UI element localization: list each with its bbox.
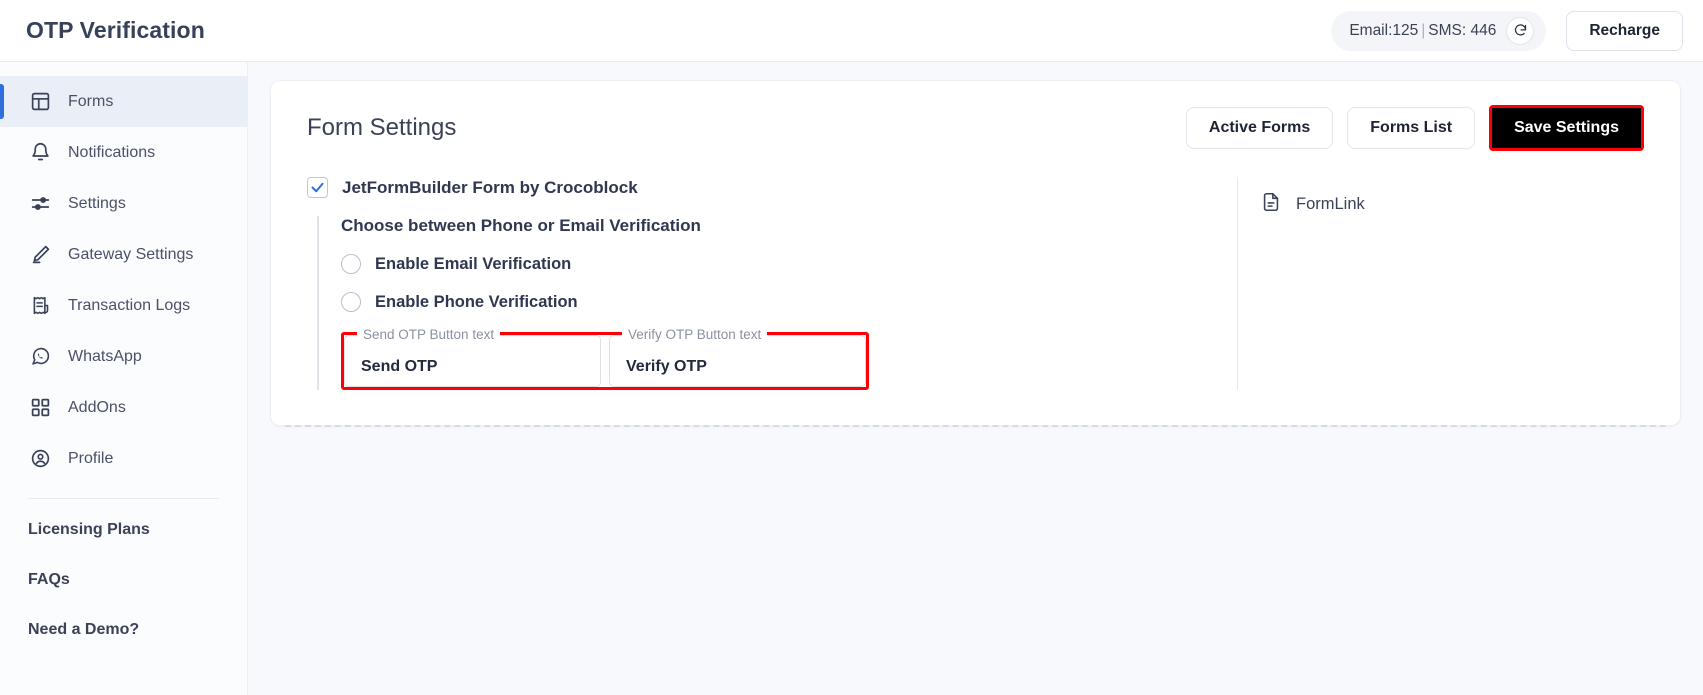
- form-enable-checkbox[interactable]: [307, 177, 328, 198]
- sidebar-item-settings[interactable]: Settings: [0, 178, 247, 229]
- save-settings-button[interactable]: Save Settings: [1492, 108, 1641, 148]
- sms-credits: SMS: 446: [1428, 21, 1497, 39]
- form-settings-column: JetFormBuilder Form by Crocoblock Choose…: [271, 177, 1231, 390]
- card-title: Form Settings: [307, 114, 457, 141]
- sidebar-item-label: Settings: [68, 194, 126, 212]
- credits-separator: |: [1421, 21, 1426, 39]
- top-bar-right: Email:125 | SMS: 446 Recharge: [1331, 10, 1683, 51]
- sidebar-item-label: Gateway Settings: [68, 245, 194, 263]
- verify-otp-button-text-value: Verify OTP: [626, 358, 707, 375]
- form-enable-label: JetFormBuilder Form by Crocoblock: [342, 177, 638, 197]
- email-verification-label: Enable Email Verification: [375, 254, 572, 273]
- radio-row-phone-verification[interactable]: Enable Phone Verification: [341, 292, 1231, 312]
- sidebar-item-label: Forms: [68, 92, 114, 110]
- recharge-button[interactable]: Recharge: [1566, 10, 1683, 51]
- verification-group-title: Choose between Phone or Email Verificati…: [341, 216, 701, 235]
- verify-otp-button-text-legend: Verify OTP Button text: [622, 327, 768, 342]
- form-link-label: FormLink: [1296, 195, 1365, 213]
- sidebar-item-label: WhatsApp: [68, 347, 142, 365]
- sidebar-item-label: Notifications: [68, 143, 156, 161]
- main-content: Form Settings Active Forms Forms List Sa…: [248, 62, 1703, 695]
- form-settings-card: Form Settings Active Forms Forms List Sa…: [270, 80, 1681, 427]
- verify-otp-button-text-field[interactable]: Verify OTP Button text Verify OTP: [609, 327, 866, 387]
- phone-verification-radio[interactable]: [341, 292, 361, 312]
- save-settings-highlight: Save Settings: [1489, 105, 1644, 151]
- sidebar-item-label: Profile: [68, 449, 114, 467]
- sidebar-item-forms[interactable]: Forms: [0, 76, 247, 127]
- sidebar-link-faqs[interactable]: FAQs: [0, 555, 247, 605]
- top-bar: OTP Verification Email:125 | SMS: 446 Rech…: [0, 0, 1703, 62]
- sidebar-item-label: AddOns: [68, 398, 126, 416]
- sidebar-item-addons[interactable]: AddOns: [0, 382, 247, 433]
- verification-group: Choose between Phone or Email Verificati…: [317, 216, 1231, 390]
- form-link-item[interactable]: FormLink: [1260, 191, 1680, 218]
- page-title: OTP Verification: [26, 17, 205, 43]
- send-otp-button-text-legend: Send OTP Button text: [357, 327, 501, 342]
- sidebar-link-need-a-demo[interactable]: Need a Demo?: [0, 605, 247, 655]
- radio-row-email-verification[interactable]: Enable Email Verification: [341, 254, 1231, 274]
- sidebar: Forms Notifications Settings Gateway Set…: [0, 62, 248, 695]
- sidebar-item-gateway-settings[interactable]: Gateway Settings: [0, 229, 247, 280]
- layout-grid-icon: [28, 90, 52, 114]
- otp-button-text-highlight: Send OTP Button text Send OTP Verify OTP…: [341, 327, 869, 390]
- sidebar-item-label: Transaction Logs: [68, 296, 191, 314]
- send-otp-button-text-value: Send OTP: [361, 358, 438, 375]
- sidebar-divider: [28, 498, 219, 499]
- card-header: Form Settings Active Forms Forms List Sa…: [271, 81, 1680, 151]
- sidebar-item-profile[interactable]: Profile: [0, 433, 247, 484]
- form-link-column: FormLink: [1237, 177, 1680, 390]
- phone-verification-label: Enable Phone Verification: [375, 292, 578, 311]
- sidebar-item-notifications[interactable]: Notifications: [0, 127, 247, 178]
- sidebar-item-whatsapp[interactable]: WhatsApp: [0, 331, 247, 382]
- app-root: OTP Verification Email:125 | SMS: 446 Rech…: [0, 0, 1703, 695]
- credits-text: Email:125 | SMS: 446: [1349, 22, 1496, 40]
- card-body: JetFormBuilder Form by Crocoblock Choose…: [271, 151, 1680, 390]
- email-verification-radio[interactable]: [341, 254, 361, 274]
- sidebar-item-transaction-logs[interactable]: Transaction Logs: [0, 280, 247, 331]
- receipt-icon: [28, 294, 52, 318]
- forms-list-button[interactable]: Forms List: [1347, 107, 1476, 149]
- whatsapp-icon: [28, 345, 52, 369]
- email-credits: Email:125: [1349, 21, 1419, 39]
- grid-squares-icon: [28, 396, 52, 420]
- sidebar-link-licensing-plans[interactable]: Licensing Plans: [0, 505, 247, 555]
- active-forms-button[interactable]: Active Forms: [1185, 107, 1334, 149]
- user-circle-icon: [28, 447, 52, 471]
- brush-icon: [28, 243, 52, 267]
- refresh-icon[interactable]: [1506, 16, 1535, 45]
- sliders-icon: [28, 192, 52, 216]
- credits-badge: Email:125 | SMS: 446: [1331, 10, 1547, 51]
- bell-icon: [28, 141, 52, 165]
- document-icon: [1260, 191, 1282, 218]
- card-actions: Active Forms Forms List Save Settings: [1185, 105, 1646, 151]
- form-enable-row[interactable]: JetFormBuilder Form by Crocoblock: [307, 177, 1231, 198]
- send-otp-button-text-field[interactable]: Send OTP Button text Send OTP: [344, 327, 601, 387]
